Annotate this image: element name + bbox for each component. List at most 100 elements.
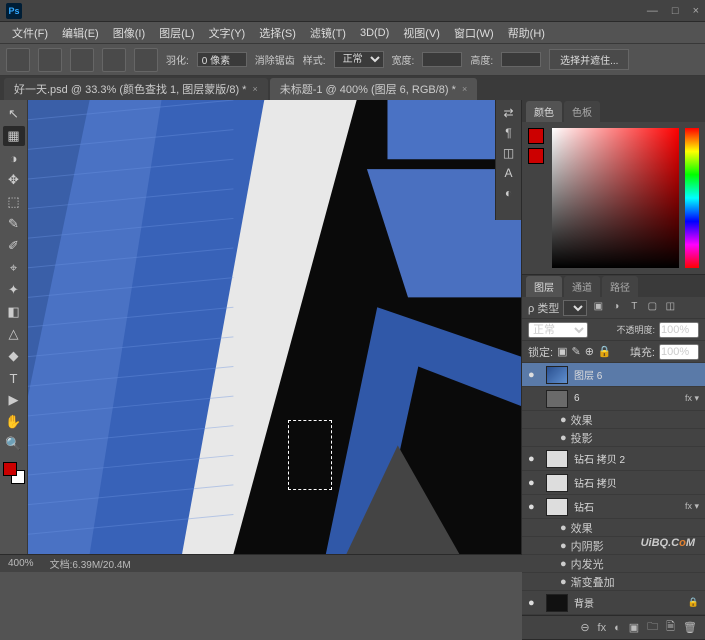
eyedropper-tool[interactable]: ✎ xyxy=(3,214,25,234)
new-group-icon[interactable]: 🗀 xyxy=(647,618,658,637)
visibility-icon[interactable]: ● xyxy=(528,477,540,489)
properties-icon[interactable]: ◫ xyxy=(503,146,514,160)
menu-select[interactable]: 选择(S) xyxy=(253,23,302,43)
hand-tool[interactable]: ✋ xyxy=(3,412,25,432)
layer-thumb[interactable] xyxy=(546,474,568,492)
fx-badge[interactable]: fx ▾ xyxy=(685,393,699,404)
lock-all-icon[interactable]: 🔒 xyxy=(598,345,612,358)
layer-thumb[interactable] xyxy=(546,366,568,384)
doc-info[interactable]: 文档:6.39M/20.4M xyxy=(50,556,131,571)
eraser-tool[interactable]: ✦ xyxy=(3,280,25,300)
history-icon[interactable]: ⇄ xyxy=(503,106,513,120)
lock-pixels-icon[interactable]: ▣ xyxy=(557,345,567,358)
tab-paths[interactable]: 路径 xyxy=(602,276,638,297)
folder-thumb[interactable] xyxy=(546,390,568,408)
antialias-checkbox[interactable]: 消除锯齿 xyxy=(255,52,295,67)
lock-paint-icon[interactable]: ✎ xyxy=(571,345,580,358)
color-bg[interactable] xyxy=(528,148,544,164)
brush-tool[interactable]: ✐ xyxy=(3,236,25,256)
gradient-tool[interactable]: ◧ xyxy=(3,302,25,322)
color-fg[interactable] xyxy=(528,128,544,144)
menu-window[interactable]: 窗口(W) xyxy=(448,23,500,43)
blend-mode-select[interactable]: 正常 xyxy=(528,322,588,338)
foreground-color[interactable] xyxy=(3,462,17,476)
layer-thumb[interactable] xyxy=(546,498,568,516)
selection-subtract-icon[interactable] xyxy=(102,48,126,72)
fx-badge[interactable]: fx ▾ xyxy=(685,501,699,512)
layer-row[interactable]: ●钻石fx ▾ xyxy=(522,495,705,519)
layer-style-icon[interactable]: fx xyxy=(598,622,607,634)
tab-color[interactable]: 颜色 xyxy=(526,101,562,122)
lock-position-icon[interactable]: ⊕ xyxy=(585,345,594,358)
width-input[interactable] xyxy=(422,52,462,67)
move-tool[interactable]: ↖ xyxy=(3,104,25,124)
menu-edit[interactable]: 编辑(E) xyxy=(56,23,105,43)
color-spectrum[interactable] xyxy=(552,128,679,268)
close-icon[interactable]: × xyxy=(462,84,467,94)
zoom-level[interactable]: 400% xyxy=(8,558,34,569)
document-tab-2[interactable]: 未标题-1 @ 400% (图层 6, RGB/8) *× xyxy=(270,78,477,100)
layer-effect[interactable]: ●渐变叠加 xyxy=(522,573,705,591)
direct-select-tool[interactable]: ▶ xyxy=(3,390,25,410)
menu-help[interactable]: 帮助(H) xyxy=(502,23,551,43)
pen-tool[interactable]: △ xyxy=(3,324,25,344)
hue-slider[interactable] xyxy=(685,128,699,268)
color-swatches[interactable] xyxy=(3,462,25,484)
type-tool[interactable]: T xyxy=(3,368,25,388)
style-select[interactable]: 正常 xyxy=(334,51,384,68)
layer-thumb[interactable] xyxy=(546,594,568,612)
minimize-button[interactable]: — xyxy=(647,5,658,17)
crop-tool[interactable]: ⬚ xyxy=(3,192,25,212)
path-tool[interactable]: ◆ xyxy=(3,346,25,366)
layer-row[interactable]: ●背景🔒 xyxy=(522,591,705,615)
filter-adjust-icon[interactable]: ◑ xyxy=(609,301,623,315)
layer-row[interactable]: 6fx ▾ xyxy=(522,387,705,411)
layer-effect[interactable]: ●投影 xyxy=(522,429,705,447)
selection-intersect-icon[interactable] xyxy=(134,48,158,72)
selection-new-icon[interactable] xyxy=(38,48,62,72)
adjustments-icon[interactable]: ◐ xyxy=(505,186,512,200)
marquee-tool-icon[interactable] xyxy=(6,48,30,72)
filter-smart-icon[interactable]: ◫ xyxy=(663,301,677,315)
kind-select[interactable] xyxy=(563,300,587,316)
fill-input[interactable] xyxy=(659,344,699,360)
height-input[interactable] xyxy=(501,52,541,67)
document-tab-1[interactable]: 好一天.psd @ 33.3% (颜色查找 1, 图层蒙版/8) *× xyxy=(4,78,268,100)
filter-pixel-icon[interactable]: ▣ xyxy=(591,301,605,315)
close-icon[interactable]: × xyxy=(252,84,257,94)
adjustment-layer-icon[interactable]: ▣ xyxy=(629,621,639,634)
canvas-area[interactable] xyxy=(28,100,521,554)
menu-layer[interactable]: 图层(L) xyxy=(153,23,200,43)
layer-effect[interactable]: ●效果 xyxy=(522,411,705,429)
visibility-icon[interactable]: ● xyxy=(528,453,540,465)
selection-add-icon[interactable] xyxy=(70,48,94,72)
paragraph-icon[interactable]: ¶ xyxy=(505,126,511,140)
menu-3d[interactable]: 3D(D) xyxy=(354,25,395,41)
tab-swatches[interactable]: 色板 xyxy=(564,101,600,122)
layer-thumb[interactable] xyxy=(546,450,568,468)
menu-type[interactable]: 文字(Y) xyxy=(203,23,252,43)
filter-shape-icon[interactable]: ▢ xyxy=(645,301,659,315)
layer-mask-icon[interactable]: ◐ xyxy=(614,622,621,634)
menu-filter[interactable]: 滤镜(T) xyxy=(304,23,352,43)
tab-layers[interactable]: 图层 xyxy=(526,276,562,297)
zoom-tool[interactable]: 🔍 xyxy=(3,434,25,454)
layer-row[interactable]: ●图层 6 xyxy=(522,363,705,387)
opacity-input[interactable] xyxy=(659,322,699,338)
link-layers-icon[interactable]: ⊖ xyxy=(580,621,589,634)
layer-effect[interactable]: ●内发光 xyxy=(522,555,705,573)
visibility-icon[interactable]: ● xyxy=(528,597,540,609)
selection-marquee[interactable] xyxy=(288,420,332,490)
close-button[interactable]: × xyxy=(693,5,699,17)
layer-row[interactable]: ●钻石 拷贝 2 xyxy=(522,447,705,471)
tab-channels[interactable]: 通道 xyxy=(564,276,600,297)
visibility-icon[interactable]: ● xyxy=(528,501,540,513)
visibility-icon[interactable]: ● xyxy=(528,369,540,381)
clone-tool[interactable]: ⌖ xyxy=(3,258,25,278)
magic-wand-tool[interactable]: ✥ xyxy=(3,170,25,190)
layer-row[interactable]: ●钻石 拷贝 xyxy=(522,471,705,495)
refine-edge-button[interactable]: 选择并遮住... xyxy=(549,49,629,70)
menu-image[interactable]: 图像(I) xyxy=(107,23,151,43)
menu-view[interactable]: 视图(V) xyxy=(397,23,446,43)
character-icon[interactable]: A xyxy=(504,166,512,180)
